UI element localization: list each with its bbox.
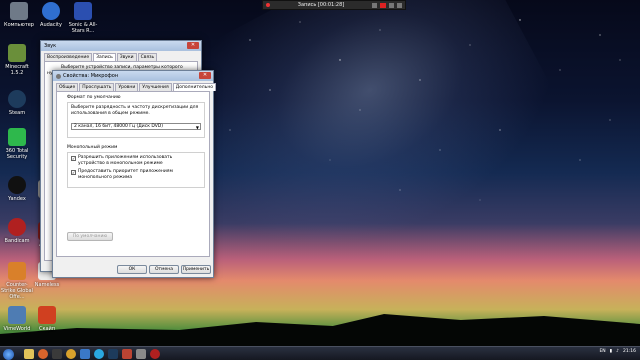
dialog-titlebar[interactable]: Свойства: Микрофон: [53, 71, 213, 81]
sound-window-title: Звук: [44, 43, 57, 49]
tab-enhancements[interactable]: Улучшения: [139, 83, 172, 91]
sound-tabs: Воспроизведение Запись Звуки Связь: [41, 51, 201, 61]
dialog-tabs: Общие Прослушать Уровни Улучшения Дополн…: [53, 81, 217, 91]
exclusive-priority-checkbox[interactable]: ✓: [71, 170, 76, 175]
app-taskbar-icon[interactable]: [122, 349, 132, 359]
desktop-icon-sonic[interactable]: Sonic & All-Stars R...: [66, 2, 100, 34]
tab-listen[interactable]: Прослушать: [79, 83, 115, 91]
apply-button[interactable]: Применить: [181, 265, 211, 274]
dialog-title: Свойства: Микрофон: [63, 73, 119, 79]
desktop-icon-steam[interactable]: Steam: [0, 90, 34, 116]
microphone-properties-dialog: Свойства: Микрофон ✕ Общие Прослушать Ур…: [52, 70, 217, 278]
bandicam-taskbar-icon[interactable]: [150, 349, 160, 359]
volume-icon[interactable]: ♪: [616, 349, 619, 354]
desktop-icon-bandicam[interactable]: Bandicam: [0, 218, 34, 244]
start-button[interactable]: [3, 349, 14, 360]
advanced-panel: Формат по умолчанию Выберите разрядность…: [56, 91, 210, 257]
media-taskbar-icon[interactable]: [52, 349, 62, 359]
sample-rate-value: 2 канал, 16 бит, 48000 Гц (Диск DVD): [74, 124, 164, 129]
csgo-icon: [8, 262, 26, 280]
default-format-title: Формат по умолчанию: [67, 95, 121, 100]
tab-sounds[interactable]: Звуки: [116, 53, 137, 61]
recording-title: Запись [00:01:28]: [297, 2, 345, 8]
system-tray: EN ▮ ♪ 21:16: [599, 349, 636, 354]
cancel-button[interactable]: Отмена: [149, 265, 179, 274]
desktop-icon-minecraft[interactable]: Minecraft 1.5.2: [0, 44, 34, 76]
desktop-icon-yandex[interactable]: Yandex: [0, 176, 34, 202]
yandex-icon: [8, 176, 26, 194]
chevron-down-icon: ▼: [195, 125, 199, 130]
sound-taskbar-icon[interactable]: [136, 349, 146, 359]
desktop-icon-skype[interactable]: Скайп: [30, 306, 64, 332]
exclusive-mode-title: Монопольный режим: [67, 145, 118, 150]
skype-icon: [38, 306, 56, 324]
chrome-taskbar-icon[interactable]: [66, 349, 76, 359]
tab-levels[interactable]: Уровни: [115, 83, 139, 91]
mountain-silhouette: [0, 314, 640, 346]
plus-shield-icon: [8, 128, 26, 146]
browser-taskbar-icon[interactable]: [38, 349, 48, 359]
close-icon[interactable]: ✕: [199, 72, 211, 79]
sample-rate-select[interactable]: 2 канал, 16 бит, 48000 Гц (Диск DVD) ▼: [71, 123, 201, 130]
allow-exclusive-checkbox[interactable]: ✓: [71, 156, 76, 161]
stop-icon[interactable]: [380, 2, 386, 8]
skype-taskbar-icon[interactable]: [94, 349, 104, 359]
desktop-icon-360-total-security[interactable]: 360 Total Security: [0, 128, 34, 160]
tab-communications[interactable]: Связь: [137, 53, 158, 61]
explorer-taskbar-icon[interactable]: [24, 349, 34, 359]
desktop-icon-cs-go[interactable]: Counter-Strike Global Offe...: [0, 262, 34, 300]
clock[interactable]: 21:16: [623, 349, 636, 354]
audacity-icon: [42, 2, 60, 20]
bandicam-icon: [8, 218, 26, 236]
close-icon[interactable]: [397, 2, 402, 8]
steam-taskbar-icon[interactable]: [108, 349, 118, 359]
ok-button[interactable]: ОК: [117, 265, 147, 274]
sonic-icon: [74, 2, 92, 20]
mail-taskbar-icon[interactable]: [80, 349, 90, 359]
default-format-description: Выберите разрядность и частоту дискретиз…: [71, 105, 199, 116]
allow-exclusive-label: Разрешить приложениям использовать устро…: [78, 155, 173, 166]
minecraft-icon: [8, 44, 26, 62]
recording-toolbar: Запись [00:01:28]: [262, 0, 406, 10]
steam-icon: [8, 90, 26, 108]
tab-advanced[interactable]: Дополнительно: [172, 83, 217, 91]
exclusive-priority-label: Предоставить приоритет приложениям моноп…: [78, 169, 173, 180]
desktop-icon-vimeworld[interactable]: VimeWorld: [0, 306, 34, 332]
tab-playback[interactable]: Воспроизведение: [44, 53, 93, 61]
close-icon[interactable]: ✕: [187, 42, 199, 49]
computer-icon: [10, 2, 28, 20]
record-indicator-icon: [266, 3, 270, 7]
microphone-icon: [56, 73, 61, 79]
desktop-icon-audacity[interactable]: Audacity: [34, 2, 68, 28]
vimeworld-icon: [8, 306, 26, 324]
tab-general[interactable]: Общие: [56, 83, 79, 91]
camera-icon[interactable]: [389, 2, 394, 8]
desktop-icon-computer[interactable]: Компьютер: [2, 2, 36, 28]
language-indicator[interactable]: EN: [599, 349, 605, 354]
restore-defaults-button[interactable]: По умолчанию: [67, 232, 113, 241]
tab-recording[interactable]: Запись: [93, 53, 116, 61]
network-icon[interactable]: ▮: [610, 349, 612, 354]
taskbar: EN ▮ ♪ 21:16: [0, 346, 640, 360]
sound-window-titlebar[interactable]: Звук: [41, 41, 201, 51]
pause-icon[interactable]: [372, 2, 377, 8]
